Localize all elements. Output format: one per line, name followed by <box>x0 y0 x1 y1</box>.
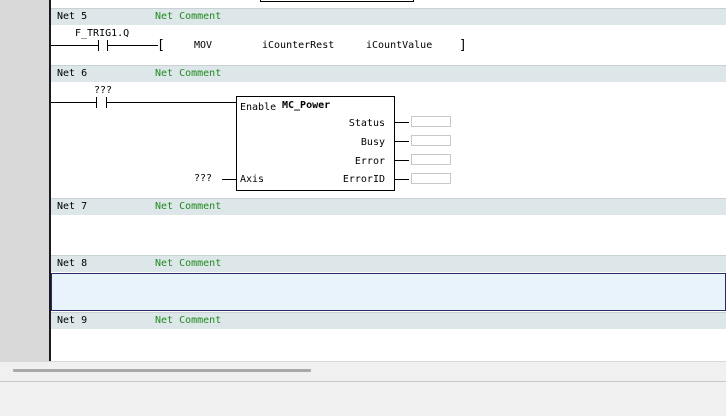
net-8-body-selected[interactable] <box>51 273 726 311</box>
busy-output-field[interactable] <box>411 135 451 146</box>
instruction-arg2[interactable]: iCountValue <box>366 40 432 51</box>
status-output-field[interactable] <box>411 116 451 127</box>
block-output-errorid: ErrorID <box>342 174 385 185</box>
block-axis-input: Axis <box>240 174 265 185</box>
net-label: Net 9 <box>57 315 88 326</box>
error-output-field[interactable] <box>411 154 451 165</box>
wire <box>107 102 236 103</box>
wire <box>108 45 158 46</box>
wire <box>395 160 409 161</box>
net-8-header[interactable]: Net 8 Net Comment <box>51 255 726 272</box>
errorid-output-field[interactable] <box>411 173 451 184</box>
line-number-gutter <box>0 0 49 361</box>
block-output-error: Error <box>354 156 385 167</box>
axis-input-value[interactable]: ??? <box>194 173 212 184</box>
mc-power-block[interactable]: Enable MC_Power Status Busy Error Axis E… <box>236 96 395 191</box>
net-comment[interactable]: Net Comment <box>155 258 221 269</box>
wire <box>222 179 236 180</box>
net-comment[interactable]: Net Comment <box>155 68 221 79</box>
block-name: MC_Power <box>282 100 331 111</box>
wire <box>395 122 409 123</box>
status-area <box>0 382 726 416</box>
contact-label: F_TRIG1.Q <box>75 28 130 39</box>
net-label: Net 8 <box>57 258 88 269</box>
wire <box>51 102 96 103</box>
block-output-busy: Busy <box>360 137 385 148</box>
net-label: Net 5 <box>57 11 88 22</box>
ladder-editor[interactable]: Net 5 Net Comment F_TRIG1.Q [ MOV iCount… <box>51 0 726 361</box>
instruction-open-bracket: [ <box>157 38 165 53</box>
net-comment[interactable]: Net Comment <box>155 11 221 22</box>
wire <box>395 141 409 142</box>
net-label: Net 6 <box>57 68 88 79</box>
contact-left[interactable] <box>98 40 99 51</box>
block-output-status: Status <box>348 118 385 129</box>
wire <box>395 179 409 180</box>
instruction-close-bracket: ] <box>459 38 467 53</box>
net-comment[interactable]: Net Comment <box>155 201 221 212</box>
net-label: Net 7 <box>57 201 88 212</box>
contact-left[interactable] <box>96 97 97 108</box>
net-comment[interactable]: Net Comment <box>155 315 221 326</box>
previous-block-edge <box>260 0 414 2</box>
instruction-arg1[interactable]: iCounterRest <box>262 40 334 51</box>
scrollbar-thumb[interactable] <box>13 369 311 372</box>
net-9-header[interactable]: Net 9 Net Comment <box>51 312 726 329</box>
net-5-header[interactable]: Net 5 Net Comment <box>51 8 726 25</box>
net-6-header[interactable]: Net 6 Net Comment <box>51 65 726 82</box>
net-7-header[interactable]: Net 7 Net Comment <box>51 198 726 215</box>
instruction-op[interactable]: MOV <box>194 40 212 51</box>
contact-label: ??? <box>94 85 113 96</box>
block-enable-input: Enable <box>240 102 277 113</box>
wire <box>51 45 98 46</box>
